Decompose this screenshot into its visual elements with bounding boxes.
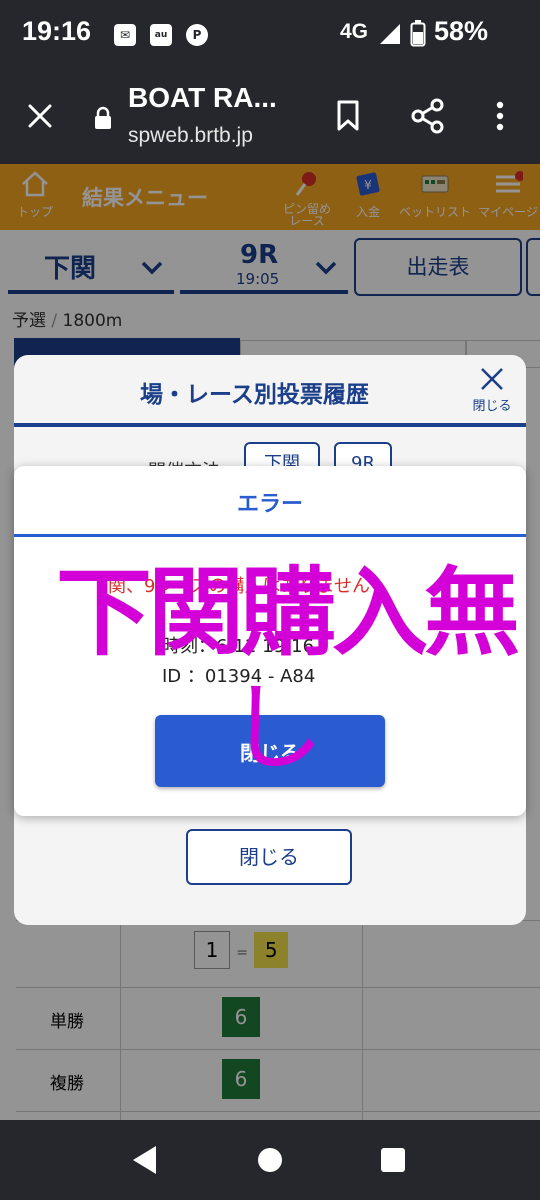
back-icon[interactable] (130, 1144, 160, 1176)
history-close-label: 閉じる (472, 399, 512, 414)
mail-icon: ✉ (114, 24, 136, 46)
more-options-icon[interactable] (494, 100, 506, 132)
history-panel-title: 場・レース別投票履歴 (140, 382, 369, 408)
network-type: 4G (340, 20, 369, 43)
status-bar: 19:16 ✉ au P 4G 58% (0, 0, 540, 70)
battery-percent: 58% (434, 16, 489, 46)
history-title-divider (14, 423, 526, 427)
lock-icon (95, 106, 111, 129)
history-close-x-button[interactable]: 閉じる (466, 367, 518, 414)
share-icon[interactable] (410, 98, 446, 134)
page-url[interactable]: spweb.brtb.jp (128, 124, 253, 148)
clock: 19:16 (22, 16, 92, 46)
app-notification-icon: P (186, 24, 208, 46)
history-close-button[interactable]: 閉じる (186, 829, 352, 885)
bookmark-icon[interactable] (336, 100, 360, 132)
au-pay-icon: au (150, 24, 172, 46)
browser-toolbar: BOAT RA... spweb.brtb.jp (0, 70, 540, 164)
close-tab-icon[interactable] (26, 102, 54, 130)
battery-icon (410, 20, 426, 47)
recents-icon[interactable] (380, 1147, 406, 1173)
annotation-text-line2: し (228, 672, 324, 784)
close-icon (481, 368, 503, 390)
home-icon[interactable] (256, 1146, 284, 1174)
error-title: エラー (236, 492, 303, 517)
system-nav-bar (0, 1120, 540, 1200)
page-title: BOAT RA... (128, 82, 277, 113)
signal-icon (380, 24, 400, 44)
